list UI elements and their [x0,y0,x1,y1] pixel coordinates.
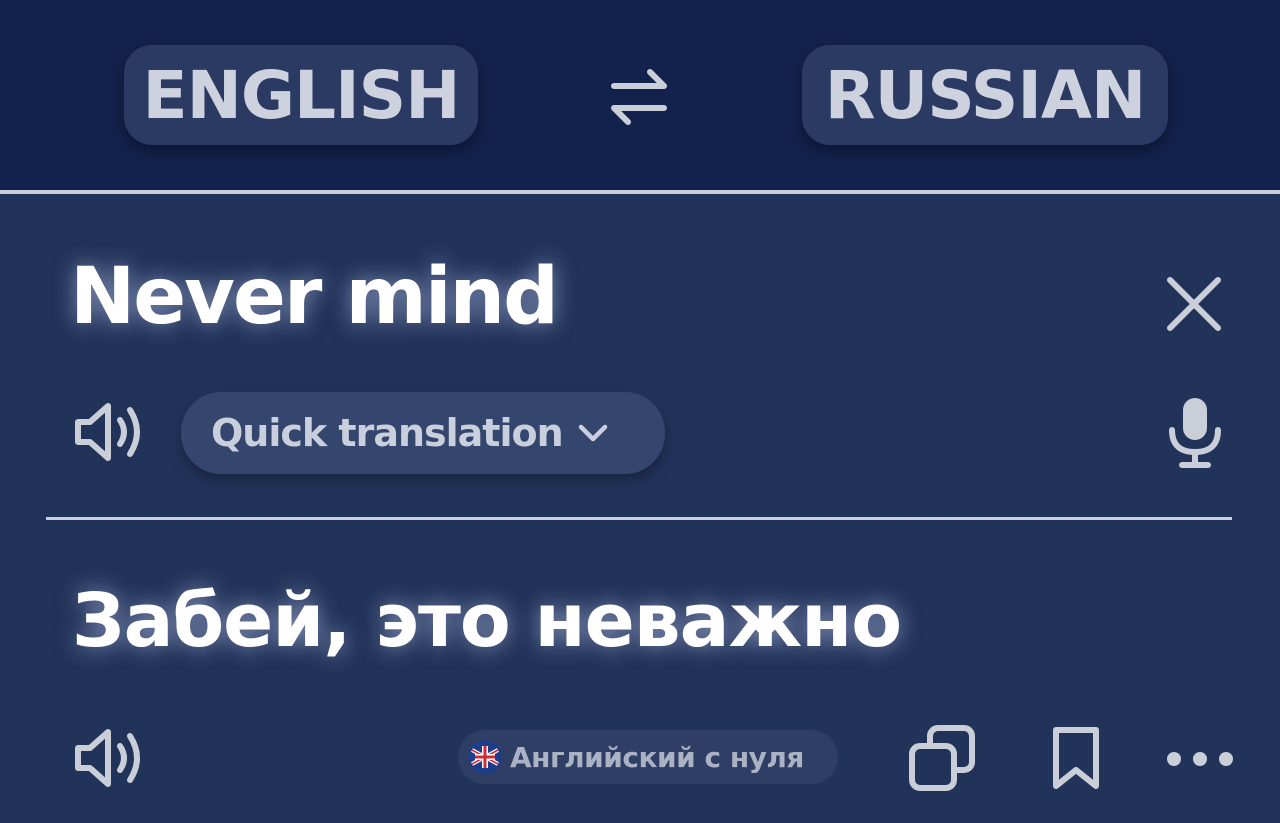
speaker-icon[interactable] [72,394,148,470]
watermark-badge: Английский с нуля [458,730,838,784]
close-icon[interactable] [1164,274,1224,334]
source-language-button[interactable]: ENGLISH [124,45,478,145]
language-bar: ENGLISH RUSSIAN [0,0,1280,190]
flag-icon [468,740,502,774]
bookmark-icon[interactable] [1048,724,1104,792]
translation-text: Забей, это неважно [72,578,902,664]
more-icon[interactable] [1164,742,1236,776]
swap-arrows-icon[interactable] [606,64,672,130]
microphone-icon[interactable] [1164,394,1226,470]
source-text-input[interactable]: Never mind [70,252,559,342]
header-divider [0,190,1280,194]
target-language-button[interactable]: RUSSIAN [802,45,1168,145]
quick-translation-dropdown[interactable]: Quick translation [181,392,665,474]
section-divider [46,517,1232,520]
chevron-down-icon [578,424,607,442]
watermark-label: Английский с нуля [510,740,804,774]
copy-icon[interactable] [908,724,976,792]
speaker-icon[interactable] [72,720,148,796]
quick-translation-label: Quick translation [211,411,564,455]
